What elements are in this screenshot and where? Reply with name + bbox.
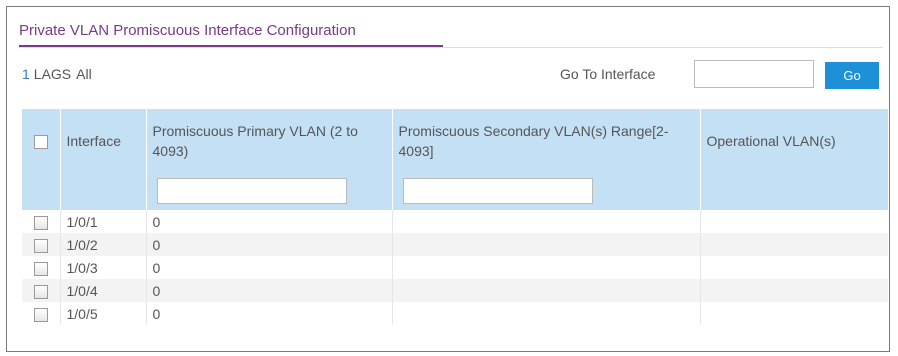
operational-vlan-cell (699, 302, 888, 325)
header-secondary-vlans: Promiscuous Secondary VLAN(s) Range[2-40… (391, 109, 700, 172)
table-header-row: Interface Promiscuous Primary VLAN (2 to… (22, 109, 888, 172)
filter-count[interactable]: 1 (22, 66, 30, 82)
operational-vlan-cell (699, 233, 888, 256)
row-checkbox[interactable] (33, 307, 48, 322)
row-checkbox[interactable] (33, 215, 48, 230)
interface-cell: 1/0/4 (59, 279, 146, 302)
primary-vlan-cell: 0 (145, 302, 392, 325)
row-checkbox-cell (22, 233, 60, 256)
row-checkbox[interactable] (33, 238, 48, 253)
select-all-cell (22, 109, 60, 172)
secondary-vlan-cell (391, 256, 700, 279)
edit-row-secondary-cell (391, 172, 700, 210)
go-to-interface-input[interactable] (694, 60, 814, 88)
row-checkbox-cell (22, 302, 60, 325)
table-row[interactable]: 1/0/5 0 (22, 302, 888, 325)
filter-all[interactable]: All (76, 66, 92, 82)
row-checkbox[interactable] (33, 261, 48, 276)
row-checkbox[interactable] (33, 284, 48, 299)
table-row[interactable]: 1/0/2 0 (22, 233, 888, 256)
row-checkbox-cell (22, 210, 60, 233)
secondary-vlan-input[interactable] (402, 178, 593, 204)
primary-vlan-cell: 0 (145, 256, 392, 279)
interface-cell: 1/0/3 (59, 256, 146, 279)
secondary-vlan-cell (391, 233, 700, 256)
table-row[interactable]: 1/0/3 0 (22, 256, 888, 279)
section-title: Private VLAN Promiscuous Interface Confi… (19, 22, 356, 39)
go-button[interactable]: Go (825, 62, 879, 89)
header-primary-vlan: Promiscuous Primary VLAN (2 to 4093) (145, 109, 392, 172)
header-operational-vlans: Operational VLAN(s) (699, 109, 888, 172)
secondary-vlan-cell (391, 279, 700, 302)
promiscuous-interface-table: Interface Promiscuous Primary VLAN (2 to… (22, 109, 888, 325)
row-checkbox-cell (22, 279, 60, 302)
select-all-checkbox[interactable] (33, 134, 48, 149)
operational-vlan-cell (699, 210, 888, 233)
filter-lags[interactable]: LAGS (34, 66, 71, 82)
edit-row-check-cell (22, 172, 60, 210)
header-interface: Interface (59, 109, 146, 172)
table-row[interactable]: 1/0/4 0 (22, 279, 888, 302)
secondary-vlan-cell (391, 210, 700, 233)
primary-vlan-cell: 0 (145, 279, 392, 302)
interface-cell: 1/0/5 (59, 302, 146, 325)
primary-vlan-cell: 0 (145, 233, 392, 256)
table-edit-row (22, 172, 888, 210)
operational-vlan-cell (699, 256, 888, 279)
primary-vlan-cell: 0 (145, 210, 392, 233)
interface-cell: 1/0/1 (59, 210, 146, 233)
interface-filter-bar: 1 LAGS All (22, 66, 97, 82)
edit-row-interface-cell (59, 172, 146, 210)
primary-vlan-input[interactable] (156, 178, 347, 204)
interface-cell: 1/0/2 (59, 233, 146, 256)
row-checkbox-cell (22, 256, 60, 279)
edit-row-primary-cell (145, 172, 392, 210)
title-divider (19, 47, 883, 48)
operational-vlan-cell (699, 279, 888, 302)
edit-row-operational-cell (699, 172, 888, 210)
table-row[interactable]: 1/0/1 0 (22, 210, 888, 233)
go-to-interface-label: Go To Interface (560, 66, 656, 82)
secondary-vlan-cell (391, 302, 700, 325)
